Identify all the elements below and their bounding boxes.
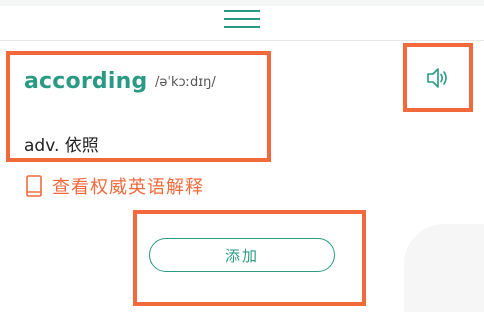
hamburger-icon[interactable] xyxy=(224,10,260,30)
add-button-highlight: 添加 xyxy=(133,210,366,306)
book-icon xyxy=(26,175,42,197)
definition: adv. 依照 xyxy=(24,136,99,156)
pronounce-button[interactable] xyxy=(403,43,473,112)
headword: according xyxy=(24,69,148,94)
speaker-icon xyxy=(427,68,447,88)
add-button[interactable]: 添加 xyxy=(149,238,335,272)
authority-definition-link[interactable]: 查看权威英语解释 xyxy=(26,172,204,200)
header-divider xyxy=(0,40,484,41)
authority-link-label: 查看权威英语解释 xyxy=(52,177,204,198)
top-strip xyxy=(0,0,484,6)
phonetic-transcription: /əˈkɔːdɪŋ/ xyxy=(155,75,216,90)
edge-overlay xyxy=(404,224,484,312)
word-card-highlight: according /əˈkɔːdɪŋ/ adv. 依照 xyxy=(6,51,271,162)
word-lookup-page: according /əˈkɔːdɪŋ/ adv. 依照 查看权威英语解释 添加 xyxy=(0,0,484,312)
